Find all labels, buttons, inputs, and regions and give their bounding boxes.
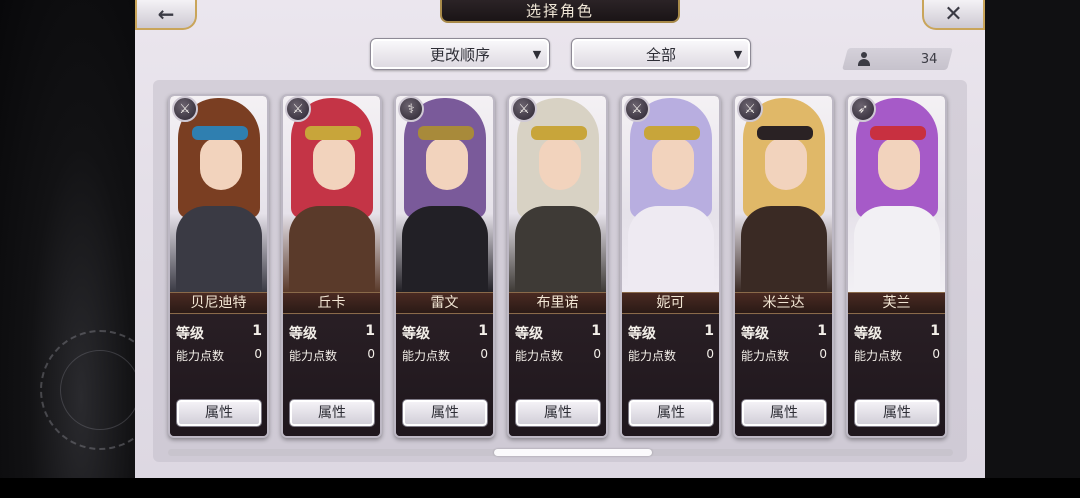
caret-down-icon: ▼ [733, 47, 743, 61]
character-card[interactable]: ➶ 芙兰 等级 1 能力点数 0 属性 [846, 94, 947, 438]
character-stats: 等级 1 能力点数 0 属性 [848, 315, 945, 436]
roster-count: 34 [842, 48, 953, 70]
character-portrait [283, 96, 380, 296]
bottom-bar [0, 478, 1080, 498]
character-stats: 等级 1 能力点数 0 属性 [396, 315, 493, 436]
level-value: 1 [704, 323, 714, 339]
character-card[interactable]: ⚔ 布里诺 等级 1 能力点数 0 属性 [507, 94, 608, 438]
sword-icon: ⚔ [511, 96, 537, 122]
game-screen: ← 选择角色 ✕ 更改顺序 ▼ 全部 ▼ 34 ⚔ 贝尼迪特 等级 1 能力点数 0… [0, 0, 1080, 498]
close-icon: ✕ [944, 1, 963, 27]
character-name: 米兰达 [735, 292, 832, 314]
category-filter-label: 全部 [645, 45, 676, 64]
level-value: 1 [478, 323, 488, 339]
back-button[interactable]: ← [135, 0, 197, 30]
attributes-button[interactable]: 属性 [628, 399, 714, 427]
character-portrait [396, 96, 493, 296]
ability-points-label: 能力点数 [176, 349, 225, 363]
character-name: 丘卡 [283, 292, 380, 314]
horizontal-scrollbar-thumb[interactable] [494, 449, 652, 456]
level-value: 1 [817, 323, 827, 339]
character-name: 雷文 [396, 292, 493, 314]
character-stats: 等级 1 能力点数 0 属性 [735, 315, 832, 436]
ability-points-label: 能力点数 [628, 349, 677, 363]
ability-points-value: 0 [706, 347, 714, 361]
level-label: 等级 [289, 326, 317, 342]
character-stats: 等级 1 能力点数 0 属性 [509, 315, 606, 436]
character-card[interactable]: ⚔ 丘卡 等级 1 能力点数 0 属性 [281, 94, 382, 438]
sword-icon: ⚔ [172, 96, 198, 122]
character-card[interactable]: ⚕ 雷文 等级 1 能力点数 0 属性 [394, 94, 495, 438]
title-plate: 选择角色 [440, 0, 680, 23]
character-portrait [848, 96, 945, 296]
ability-points-value: 0 [932, 347, 940, 361]
attributes-button[interactable]: 属性 [741, 399, 827, 427]
roster-count-value: 34 [921, 51, 938, 67]
ability-points-value: 0 [593, 347, 601, 361]
character-card[interactable]: ⚔ 米兰达 等级 1 能力点数 0 属性 [733, 94, 834, 438]
character-portrait [622, 96, 719, 296]
sword-icon: ⚔ [285, 96, 311, 122]
sort-order-dropdown[interactable]: 更改顺序 ▼ [370, 38, 550, 70]
ability-points-label: 能力点数 [515, 349, 564, 363]
level-value: 1 [591, 323, 601, 339]
level-label: 等级 [741, 326, 769, 342]
character-stats: 等级 1 能力点数 0 属性 [622, 315, 719, 436]
arrow-left-icon: ← [157, 2, 175, 26]
level-label: 等级 [176, 326, 204, 342]
bow-icon: ➶ [850, 96, 876, 122]
caret-down-icon: ▼ [532, 47, 542, 61]
character-stats: 等级 1 能力点数 0 属性 [170, 315, 267, 436]
level-value: 1 [930, 323, 940, 339]
level-value: 1 [252, 323, 262, 339]
ability-points-label: 能力点数 [402, 349, 451, 363]
character-card[interactable]: ⚔ 贝尼迪特 等级 1 能力点数 0 属性 [168, 94, 269, 438]
attributes-button[interactable]: 属性 [854, 399, 940, 427]
ability-points-label: 能力点数 [741, 349, 790, 363]
close-button[interactable]: ✕ [922, 0, 985, 30]
level-label: 等级 [854, 326, 882, 342]
right-background [985, 0, 1080, 498]
character-stats: 等级 1 能力点数 0 属性 [283, 315, 380, 436]
gear-decoration-icon [60, 350, 140, 430]
sword-icon: ⚔ [624, 96, 650, 122]
ability-points-value: 0 [480, 347, 488, 361]
character-portrait [735, 96, 832, 296]
sword-icon: ⚔ [737, 96, 763, 122]
attributes-button[interactable]: 属性 [402, 399, 488, 427]
sort-order-label: 更改顺序 [429, 45, 490, 64]
character-name: 芙兰 [848, 292, 945, 314]
ability-points-value: 0 [254, 347, 262, 361]
level-label: 等级 [515, 326, 543, 342]
level-value: 1 [365, 323, 375, 339]
attributes-button[interactable]: 属性 [289, 399, 375, 427]
page-title: 选择角色 [525, 2, 594, 20]
ability-points-value: 0 [819, 347, 827, 361]
category-filter-dropdown[interactable]: 全部 ▼ [571, 38, 751, 70]
attributes-button[interactable]: 属性 [515, 399, 601, 427]
character-portrait [170, 96, 267, 296]
character-card[interactable]: ⚔ 妮可 等级 1 能力点数 0 属性 [620, 94, 721, 438]
staff-icon: ⚕ [398, 96, 424, 122]
character-card-list: ⚔ 贝尼迪特 等级 1 能力点数 0 属性 ⚔ 丘卡 等级 1 能力点数 0 属性 [168, 94, 953, 438]
left-background [0, 0, 160, 498]
ability-points-value: 0 [367, 347, 375, 361]
character-name: 妮可 [622, 292, 719, 314]
character-name: 贝尼迪特 [170, 292, 267, 314]
character-name: 布里诺 [509, 292, 606, 314]
character-portrait [509, 96, 606, 296]
level-label: 等级 [628, 326, 656, 342]
attributes-button[interactable]: 属性 [176, 399, 262, 427]
ability-points-label: 能力点数 [289, 349, 338, 363]
user-icon [857, 52, 871, 66]
level-label: 等级 [402, 326, 430, 342]
ability-points-label: 能力点数 [854, 349, 903, 363]
